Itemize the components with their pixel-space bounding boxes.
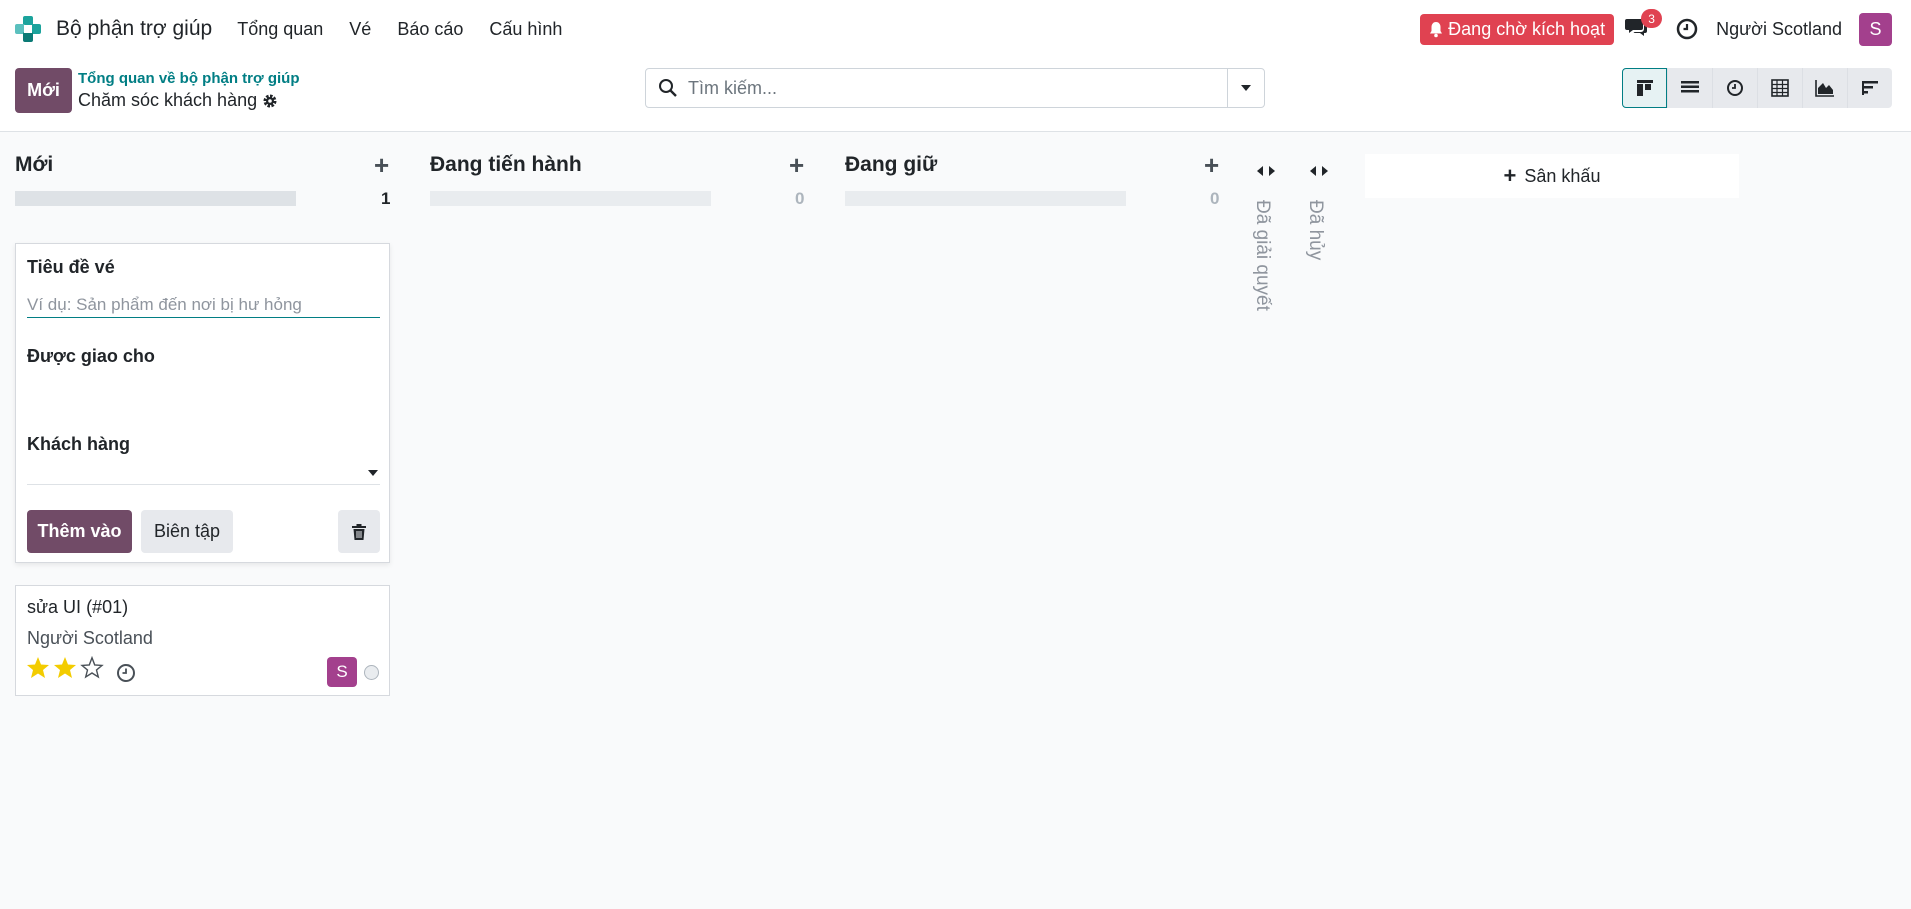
activation-pending-label: Đang chờ kích hoạt — [1448, 18, 1606, 39]
user-avatar[interactable]: S — [1859, 12, 1892, 46]
star-filled-icon[interactable] — [26, 656, 50, 679]
plus-icon: + — [1503, 163, 1517, 188]
app-name[interactable]: Bộ phận trợ giúp — [56, 17, 212, 41]
unfold-arrows-icon[interactable] — [1256, 163, 1276, 179]
search-icon — [659, 79, 677, 97]
ticket-title: sửa UI (#01) — [27, 597, 129, 617]
new-button[interactable]: Mới — [15, 68, 72, 113]
column-quick-add-icon[interactable]: + — [374, 150, 389, 181]
column-count: 0 — [795, 189, 805, 208]
discard-button[interactable] — [338, 510, 380, 553]
control-panel: Mới Tổng quan về bộ phận trợ giúp Chăm s… — [0, 58, 1911, 132]
caret-down-icon — [1241, 85, 1251, 91]
column-quick-add-icon[interactable]: + — [1204, 150, 1219, 181]
assignee-avatar[interactable]: S — [327, 657, 357, 687]
pivot-view-button[interactable] — [1757, 68, 1802, 108]
message-count-badge: 3 — [1641, 9, 1663, 28]
search-input[interactable] — [688, 77, 1208, 99]
kanban-board: Mới + 1 Đang tiến hành + 0 Đang giữ + 0 … — [0, 133, 1911, 909]
page-title: Chăm sóc khách hàng — [78, 90, 278, 111]
list-view-button[interactable] — [1667, 68, 1712, 108]
page-title-text: Chăm sóc khách hàng — [78, 90, 258, 110]
ticket-card[interactable]: sửa UI (#01) Người Scotland S — [15, 585, 390, 696]
view-switcher — [1622, 68, 1892, 108]
caret-down-icon — [368, 470, 378, 476]
activity-view-button[interactable] — [1712, 68, 1757, 108]
column-progress-bar[interactable] — [15, 191, 296, 206]
navbar-right: Đang chờ kích hoạt 3 Người Scotland S — [1420, 0, 1911, 58]
gantt-icon — [1862, 81, 1878, 95]
activity-clock-icon[interactable] — [116, 663, 136, 683]
column-title[interactable]: Mới — [15, 153, 53, 177]
column-progress-bar[interactable] — [845, 191, 1126, 206]
assigned-to-field[interactable] — [27, 372, 380, 402]
breadcrumb[interactable]: Tổng quan về bộ phận trợ giúp — [78, 70, 299, 87]
messaging-menu[interactable]: 3 — [1624, 9, 1663, 42]
bell-icon — [1430, 21, 1443, 37]
menu-item-reporting[interactable]: Báo cáo — [384, 0, 476, 58]
main-menu: Tổng quan Vé Báo cáo Cấu hình — [224, 0, 575, 58]
priority-stars[interactable] — [26, 656, 104, 679]
gear-icon[interactable] — [262, 93, 278, 109]
column-count: 1 — [381, 189, 391, 208]
search-options-toggle[interactable] — [1227, 69, 1264, 107]
ticket-title-input[interactable] — [27, 292, 380, 318]
unfold-arrows-icon[interactable] — [1309, 163, 1329, 179]
activity-icon — [1727, 80, 1743, 96]
column-title[interactable]: Đang giữ — [845, 153, 937, 177]
gantt-view-button[interactable] — [1847, 68, 1892, 108]
menu-item-tickets[interactable]: Vé — [336, 0, 384, 58]
column-progress-bar[interactable] — [430, 191, 711, 206]
pivot-icon — [1771, 79, 1789, 97]
ticket-customer: Người Scotland — [27, 628, 153, 648]
quick-create-card: Tiêu đề vé Được giao cho Khách hàng Thêm… — [15, 243, 390, 563]
graph-icon — [1815, 80, 1834, 97]
edit-button[interactable]: Biên tập — [141, 510, 233, 553]
add-button[interactable]: Thêm vào — [27, 510, 132, 553]
star-filled-icon[interactable] — [53, 656, 77, 679]
graph-view-button[interactable] — [1802, 68, 1847, 108]
brand[interactable]: Bộ phận trợ giúp — [13, 14, 212, 44]
list-icon — [1681, 81, 1699, 93]
kanban-state-indicator[interactable] — [364, 665, 379, 680]
activation-pending-button[interactable]: Đang chờ kích hoạt — [1420, 13, 1615, 45]
column-quick-add-icon[interactable]: + — [789, 150, 804, 181]
customer-label: Khách hàng — [27, 434, 131, 454]
user-name[interactable]: Người Scotland — [1716, 19, 1842, 40]
activity-clock-icon[interactable] — [1675, 17, 1699, 41]
menu-item-configuration[interactable]: Cấu hình — [476, 0, 575, 58]
top-navbar: Bộ phận trợ giúp Tổng quan Vé Báo cáo Cấ… — [0, 0, 1911, 58]
kanban-view-button[interactable] — [1622, 68, 1667, 108]
column-count: 0 — [1210, 189, 1220, 208]
folded-column-label[interactable]: Đã hủy — [1304, 200, 1326, 260]
customer-select[interactable] — [27, 461, 380, 485]
search-bar — [645, 68, 1265, 108]
ticket-title-label: Tiêu đề vé — [27, 257, 115, 277]
helpdesk-logo-icon[interactable] — [13, 14, 43, 44]
trash-icon — [352, 523, 366, 540]
add-stage-button[interactable]: + Sân khấu — [1365, 154, 1739, 198]
star-empty-icon[interactable] — [80, 656, 104, 679]
folded-column-label[interactable]: Đã giải quyết — [1251, 200, 1273, 311]
menu-item-overview[interactable]: Tổng quan — [224, 0, 336, 58]
column-title[interactable]: Đang tiến hành — [430, 153, 582, 177]
add-stage-label: Sân khấu — [1524, 165, 1601, 186]
kanban-icon — [1636, 80, 1653, 96]
assigned-to-label: Được giao cho — [27, 346, 155, 366]
